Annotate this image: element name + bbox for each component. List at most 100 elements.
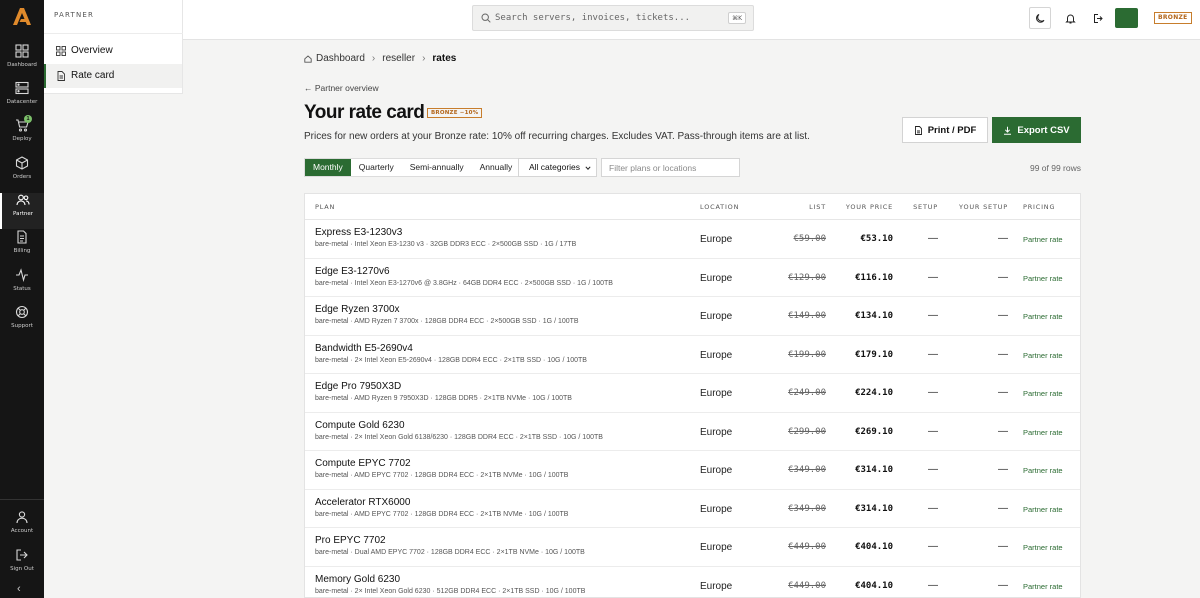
plan-name: Memory Gold 6230	[315, 573, 401, 585]
subnav-item-rate-card[interactable]: Rate card	[44, 64, 182, 88]
filter-input[interactable]	[601, 158, 740, 177]
your-setup-fee: —	[998, 425, 1008, 437]
back-to-partner-overview-link[interactable]: ← Partner overview	[304, 83, 379, 93]
table-row[interactable]: Edge E3-1270v6 bare-metal · Intel Xeon E…	[305, 259, 1080, 297]
table-row[interactable]: Memory Gold 6230 bare-metal · 2× Intel X…	[305, 567, 1080, 598]
your-setup-fee: —	[998, 502, 1008, 514]
plan-location: Europe	[700, 580, 733, 592]
breadcrumb-dashboard[interactable]: Dashboard	[316, 53, 365, 64]
pricing-type: Partner rate	[1023, 235, 1063, 244]
document-icon	[914, 125, 922, 135]
category-select[interactable]: All categories	[518, 158, 597, 177]
rail-item-support[interactable]: Support	[0, 305, 44, 341]
rail-item-label: Orders	[12, 174, 32, 180]
list-price: €199.00	[788, 349, 826, 360]
notifications-button[interactable]	[1059, 7, 1081, 29]
user-icon	[16, 511, 28, 524]
setup-fee: —	[928, 310, 938, 321]
subnav-section-title: PARTNER	[54, 11, 95, 19]
rail-item-status[interactable]: Status	[0, 268, 44, 304]
plan-location: Europe	[700, 234, 733, 245]
your-setup-fee: —	[998, 348, 1008, 360]
table-row[interactable]: Express E3-1230v3 bare-metal · Intel Xeo…	[305, 220, 1080, 259]
pricing-type: Partner rate	[1023, 312, 1063, 321]
subnav-item-overview[interactable]: Overview	[44, 39, 182, 63]
rail-item-orders[interactable]: Orders	[0, 156, 44, 192]
tier-discount-badge: BRONZE −10%	[427, 108, 483, 118]
global-search[interactable]: ⌘K	[472, 5, 754, 31]
brand-logo-icon[interactable]	[11, 7, 33, 25]
list-price: €349.00	[788, 465, 826, 475]
collapse-chevron-icon[interactable]: ‹	[17, 583, 21, 595]
table-row[interactable]: Pro EPYC 7702 bare-metal · Dual AMD EPYC…	[305, 528, 1080, 567]
rail-item-datacenter[interactable]: Datacenter	[0, 81, 44, 117]
period-quarterly[interactable]: Quarterly	[351, 159, 402, 176]
plan-specs: bare-metal · AMD EPYC 7702 · 128GB DDR4 …	[315, 472, 569, 479]
rail-divider	[0, 499, 44, 500]
top-bar: ⌘K BRONZE	[183, 0, 1200, 40]
list-price: €449.00	[788, 580, 826, 591]
column-header-list[interactable]: LIST	[745, 203, 826, 211]
plan-specs: bare-metal · AMD Ryzen 9 7950X3D · 128GB…	[315, 395, 572, 402]
list-price: €449.00	[788, 542, 826, 552]
plan-specs: bare-metal · 2× Intel Xeon Gold 6138/623…	[315, 433, 603, 441]
plan-name: Accelerator RTX6000	[315, 496, 411, 508]
breadcrumb-reseller[interactable]: reseller	[382, 53, 415, 64]
table-row[interactable]: Accelerator RTX6000 bare-metal · AMD EPY…	[305, 490, 1080, 528]
table-row[interactable]: Compute EPYC 7702 bare-metal · AMD EPYC …	[305, 451, 1080, 490]
rail-item-billing[interactable]: Billing	[0, 230, 44, 266]
rail-item-deploy[interactable]: 1 Deploy	[0, 115, 44, 154]
logout-icon	[16, 549, 28, 561]
setup-fee: —	[928, 464, 938, 475]
period-annually[interactable]: Annually	[472, 159, 521, 176]
table-row[interactable]: Edge Ryzen 3700x bare-metal · AMD Ryzen …	[305, 297, 1080, 336]
your-price: €53.10	[860, 234, 893, 244]
billing-period-selector: Monthly Quarterly Semi-annually Annually	[304, 158, 522, 177]
search-shortcut-hint: ⌘K	[728, 12, 746, 24]
lifebuoy-icon	[15, 305, 29, 319]
your-price: €134.10	[855, 311, 893, 321]
plan-name: Compute EPYC 7702	[315, 458, 411, 469]
plan-name: Pro EPYC 7702	[315, 535, 386, 546]
breadcrumb-separator: ›	[371, 53, 376, 64]
column-header-your-setup[interactable]: YOUR SETUP	[945, 203, 1008, 211]
print-pdf-button[interactable]: Print / PDF	[902, 117, 988, 143]
plan-location: Europe	[700, 542, 733, 553]
your-price: €314.10	[855, 503, 893, 514]
users-icon	[16, 194, 30, 206]
your-price: €314.10	[855, 465, 893, 475]
list-price: €299.00	[788, 426, 826, 437]
table-row[interactable]: Bandwidth E5-2690v4 bare-metal · 2× Inte…	[305, 336, 1080, 374]
rail-item-partner[interactable]: Partner	[0, 193, 44, 229]
column-header-plan[interactable]: PLAN	[315, 203, 335, 211]
plan-specs: bare-metal · 2× Intel Xeon Gold 6230 · 5…	[315, 587, 586, 595]
column-header-pricing[interactable]: PRICING	[1023, 203, 1055, 211]
chevron-down-icon	[585, 166, 591, 170]
subnav-divider	[44, 33, 183, 34]
table-row[interactable]: Edge Pro 7950X3D bare-metal · AMD Ryzen …	[305, 374, 1080, 413]
column-header-location[interactable]: LOCATION	[700, 203, 739, 211]
plan-specs: bare-metal · AMD EPYC 7702 · 128GB DDR4 …	[315, 510, 569, 518]
sign-out-button[interactable]	[1087, 7, 1109, 29]
column-header-setup[interactable]: SETUP	[900, 203, 938, 211]
theme-toggle-button[interactable]	[1029, 7, 1051, 29]
export-csv-button[interactable]: Export CSV	[992, 117, 1081, 143]
pricing-type: Partner rate	[1023, 543, 1063, 552]
plan-location: Europe	[700, 272, 733, 284]
period-monthly[interactable]: Monthly	[305, 159, 351, 176]
rail-item-sign-out[interactable]: Sign Out	[0, 548, 44, 584]
table-row[interactable]: Compute Gold 6230 bare-metal · 2× Intel …	[305, 413, 1080, 451]
breadcrumb-current: rates	[432, 53, 457, 64]
period-semi-annually[interactable]: Semi-annually	[402, 159, 472, 176]
your-price: €224.10	[855, 388, 893, 398]
your-price: €269.10	[855, 426, 893, 437]
rail-item-dashboard[interactable]: Dashboard	[0, 44, 44, 80]
avatar[interactable]	[1115, 8, 1138, 28]
document-icon	[57, 71, 65, 81]
your-price: €404.10	[855, 542, 893, 552]
pricing-type: Partner rate	[1023, 581, 1063, 591]
rail-item-account[interactable]: Account	[0, 510, 44, 546]
your-setup-fee: —	[998, 579, 1008, 591]
column-header-your-price[interactable]: YOUR PRICE	[815, 203, 893, 211]
search-input[interactable]	[495, 10, 725, 26]
